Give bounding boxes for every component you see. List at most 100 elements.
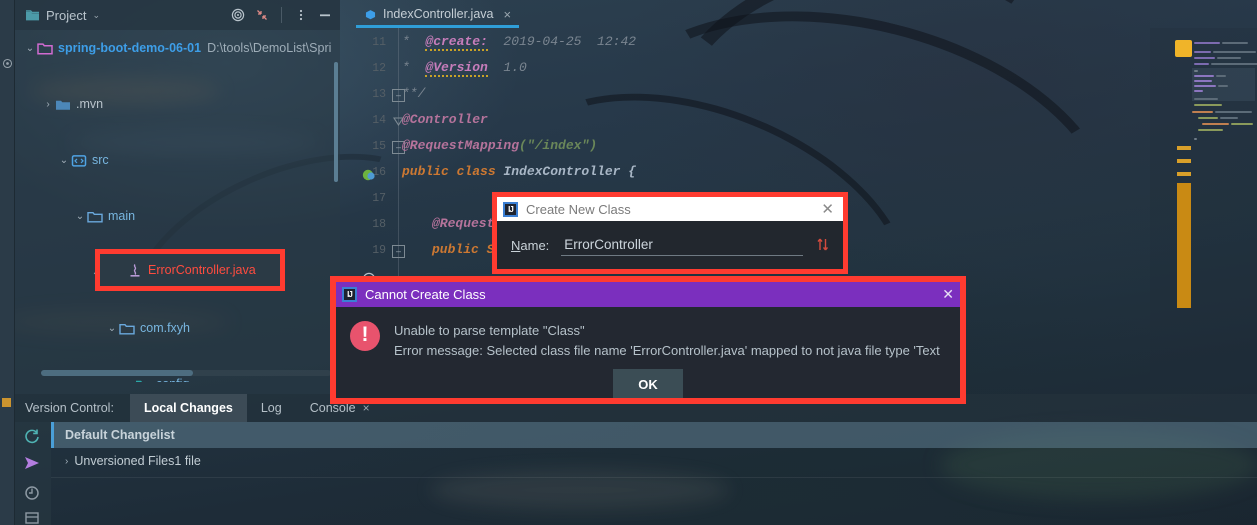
collapse-all-icon[interactable] [253, 6, 271, 24]
code-line: * @create: 2019-04-25 12:42 [402, 34, 637, 51]
code-line: @RequestMapping("/index") [402, 138, 598, 153]
editor-tab-bar: IndexController.java × [340, 0, 1257, 28]
minimap-tick[interactable] [1177, 146, 1191, 150]
line-number: 13 [372, 88, 386, 101]
line-number: 14 [372, 114, 386, 127]
line-number: 11 [372, 36, 386, 49]
version-control-body: Default Changelist › Unversioned Files 1… [15, 422, 1257, 525]
error-message-line-2: Error message: Selected class file name … [394, 343, 940, 359]
code-line: * @Version 1.0 [402, 60, 527, 77]
annotation-box-cannot-create-class: IJ Cannot Create Class ✕ ! Unable to par… [330, 276, 966, 404]
tab-log[interactable]: Log [247, 394, 296, 422]
code-line: public class IndexController { [402, 164, 637, 179]
strip-label-project[interactable]: 1: Project [0, 4, 44, 40]
tree-label: .mvn [76, 97, 104, 111]
chevron-down-icon[interactable]: ⌄ [73, 211, 87, 222]
target-locate-icon[interactable] [229, 6, 247, 24]
revert-icon[interactable] [23, 484, 41, 502]
spring-bean-gutter-icon[interactable] [362, 168, 376, 182]
package-icon [119, 323, 135, 334]
ok-button[interactable]: OK [613, 369, 683, 398]
changes-list[interactable]: Default Changelist › Unversioned Files 1… [51, 422, 1257, 525]
class-name-input[interactable] [561, 234, 803, 256]
tab-local-changes[interactable]: Local Changes [129, 394, 247, 422]
project-tool-window: Project ⌄ ⌄ spring-boot-demo-06-01 D:\to… [15, 0, 340, 394]
shelve-icon[interactable] [23, 509, 41, 525]
project-vertical-scrollbar[interactable] [334, 62, 338, 182]
tree-item-main[interactable]: ⌄ main [15, 202, 340, 230]
version-control-tool-window: Version Control: Local Changes Log Conso… [15, 394, 1257, 525]
tab-label: IndexController.java [383, 7, 494, 21]
strip-label-structure[interactable]: 2: Structure [0, 330, 44, 374]
close-icon[interactable]: ✕ [942, 286, 954, 303]
line-number: 12 [372, 62, 386, 75]
close-icon[interactable]: × [503, 7, 511, 22]
favorites-icon[interactable] [2, 58, 13, 69]
error-message-line-1: Unable to parse template "Class" [394, 323, 585, 338]
source-root-icon [71, 154, 87, 167]
module-folder-icon [37, 42, 53, 54]
dialog-body: ! Unable to parse template "Class" Error… [336, 307, 960, 367]
minimap-tick[interactable] [1177, 159, 1191, 163]
tree-label: config [156, 377, 189, 382]
line-number: 17 [372, 192, 386, 205]
warning-marker[interactable] [1175, 40, 1192, 57]
cannot-create-class-dialog: IJ Cannot Create Class ✕ ! Unable to par… [336, 282, 960, 398]
hide-icon[interactable] [316, 6, 334, 24]
unversioned-label: Unversioned Files [74, 454, 175, 468]
dialog-title-bar: IJ Create New Class ✕ [497, 197, 843, 221]
chevron-right-icon[interactable]: › [65, 456, 68, 467]
strip-label-version-control[interactable]: 9: Version Control [0, 418, 44, 485]
create-new-class-dialog: IJ Create New Class ✕ Name: [497, 197, 843, 269]
sort-kind-icon[interactable] [815, 236, 829, 255]
line-number: 19 [372, 244, 386, 257]
chevron-down-icon[interactable]: ⌄ [57, 155, 71, 166]
chevron-right-icon[interactable]: › [41, 99, 55, 110]
tree-label: ErrorController.java [148, 263, 256, 277]
tree-item-mvn[interactable]: › .mvn [15, 90, 340, 118]
tree-item-src[interactable]: ⌄ src [15, 146, 340, 174]
tab-label: Local Changes [143, 401, 233, 415]
code-line: **/ [402, 86, 426, 101]
minimap-scroll-thumb[interactable] [1177, 183, 1191, 308]
minimap-tick[interactable] [1177, 172, 1191, 176]
tree-label: spring-boot-demo-06-01 [58, 41, 202, 55]
name-field-label: Name: [511, 237, 550, 253]
chevron-down-icon[interactable]: ⌄ [105, 323, 119, 334]
changelist-label: Default Changelist [65, 428, 175, 442]
dialog-title: Create New Class [526, 201, 631, 217]
tab-label: Log [260, 401, 282, 415]
project-tree[interactable]: ⌄ spring-boot-demo-06-01 D:\tools\DemoLi… [15, 30, 340, 382]
project-horizontal-scrollbar[interactable] [41, 370, 331, 376]
close-icon[interactable]: ✕ [821, 200, 837, 218]
tree-item-path: D:\tools\DemoList\Spri [207, 41, 332, 55]
chevron-down-icon[interactable]: ⌄ [23, 43, 37, 54]
ide-window: 1: Project 2: Structure 9: Version Contr… [0, 0, 1257, 525]
chevron-right-icon[interactable]: › [121, 379, 135, 383]
fold-marker[interactable]: – [392, 245, 405, 258]
folder-icon [87, 211, 103, 222]
dialog-title-bar: IJ Cannot Create Class ✕ [336, 282, 960, 307]
tab-indexcontroller-java[interactable]: IndexController.java × [356, 0, 520, 28]
dialog-body: Name: [497, 221, 843, 269]
project-panel-title: Project [46, 7, 87, 23]
editor-minimap[interactable] [1150, 28, 1257, 394]
project-panel-header: Project ⌄ [15, 0, 340, 30]
tree-label: com.fxyh [140, 321, 191, 335]
version-control-label: Version Control: [25, 401, 114, 415]
annotation-box-errorcontroller: ErrorController.java [95, 249, 285, 291]
config-folder-icon [136, 380, 150, 382]
java-class-icon [365, 9, 376, 19]
changelist-row-default[interactable]: Default Changelist [51, 422, 1257, 448]
line-number: 15 [372, 140, 386, 153]
changelist-row-unversioned[interactable]: › Unversioned Files 1 file [51, 448, 1257, 474]
error-exclamation-icon: ! [350, 321, 380, 351]
more-options-icon[interactable] [292, 6, 310, 24]
build-icon[interactable] [2, 398, 11, 407]
chevron-down-icon[interactable]: ⌄ [92, 10, 100, 21]
annotation-box-create-new-class: IJ Create New Class ✕ Name: [492, 192, 848, 274]
tree-item-spring-boot-demo-06-01[interactable]: ⌄ spring-boot-demo-06-01 D:\tools\DemoLi… [15, 34, 340, 62]
tree-item-com-fxyh[interactable]: ⌄ com.fxyh [15, 314, 340, 342]
tree-item-errorcontroller-java[interactable]: ErrorController.java [100, 254, 280, 286]
text-file-icon [130, 263, 140, 277]
